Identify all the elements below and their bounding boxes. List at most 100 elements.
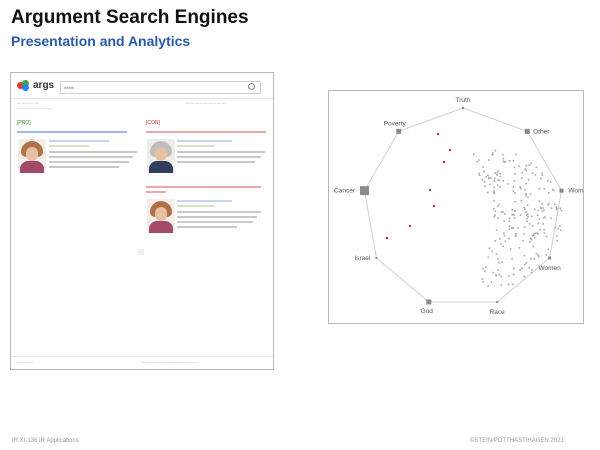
topic-anchor-cancer (360, 186, 370, 196)
con-snippet-line (177, 156, 261, 158)
document-point (531, 172, 534, 174)
document-point (541, 172, 543, 174)
document-point (521, 267, 523, 270)
document-point (493, 177, 496, 179)
document-point (514, 210, 516, 212)
document-point (502, 211, 504, 213)
search-icon[interactable] (248, 83, 255, 90)
document-point (537, 233, 539, 235)
document-point (550, 217, 552, 220)
con-snippet-line (177, 161, 255, 163)
document-point (519, 214, 522, 216)
args-logo: args (17, 80, 54, 91)
document-point (499, 175, 502, 178)
pro-result-title[interactable] (17, 131, 127, 133)
document-point (513, 267, 515, 270)
document-point (525, 164, 528, 167)
document-point (548, 192, 550, 194)
con-result-meta (177, 140, 232, 142)
document-point (484, 185, 486, 187)
document-point (521, 239, 524, 242)
document-point (490, 281, 493, 283)
document-point-highlighted (409, 225, 411, 227)
meta-line-2: — — — — — — — — (17, 106, 52, 110)
document-point (496, 172, 499, 174)
document-point (494, 214, 496, 217)
topic-label: Women (538, 265, 561, 272)
document-point (525, 194, 527, 197)
con-snippet-line (177, 211, 261, 213)
document-point (554, 226, 557, 229)
document-point (520, 187, 522, 190)
document-point (559, 225, 561, 227)
document-point (539, 228, 542, 231)
document-point (527, 178, 530, 181)
document-point (499, 172, 501, 175)
document-point (488, 159, 490, 161)
document-point (495, 229, 498, 231)
document-point (510, 227, 513, 229)
document-point (541, 210, 544, 213)
document-point (512, 283, 514, 286)
document-point (502, 153, 504, 156)
document-point (534, 232, 536, 235)
document-point (508, 225, 511, 227)
document-point (535, 252, 538, 255)
document-point (493, 180, 496, 182)
document-point (512, 160, 515, 162)
document-point (526, 204, 529, 206)
document-point (524, 168, 526, 170)
document-point (504, 240, 507, 243)
document-point (514, 192, 516, 194)
document-point (533, 208, 536, 211)
document-point (523, 206, 525, 209)
document-point (494, 172, 496, 174)
document-point (498, 238, 501, 240)
document-point (524, 208, 526, 210)
document-point (540, 177, 542, 180)
document-point (537, 222, 539, 225)
document-point (497, 217, 499, 219)
topic-label: Israel (354, 255, 370, 262)
document-point (514, 153, 517, 156)
topic-anchor-race (496, 300, 499, 303)
con-result-meta (177, 200, 232, 202)
document-point (503, 234, 506, 237)
document-point (518, 247, 521, 249)
document-point (555, 208, 558, 211)
document-point (508, 217, 511, 220)
placeholder-square (138, 249, 144, 255)
search-input[interactable]: death ... (60, 81, 261, 94)
con-result-title[interactable] (146, 131, 266, 133)
document-point (503, 220, 505, 222)
pro-author-photo (18, 139, 46, 173)
document-point (488, 177, 490, 180)
document-point (478, 172, 480, 175)
con-result-title[interactable] (146, 186, 261, 188)
document-point (501, 261, 503, 263)
document-point-highlighted (443, 161, 445, 163)
document-point (485, 266, 487, 268)
con-result-title-cont[interactable] (146, 191, 166, 193)
document-point (473, 153, 475, 155)
document-point (508, 275, 510, 277)
document-point (491, 153, 494, 156)
document-point (500, 243, 502, 245)
con-column-label: [CON] (146, 120, 160, 126)
document-point (531, 224, 534, 227)
document-point (492, 271, 494, 274)
document-point (530, 271, 533, 274)
document-point (503, 161, 506, 163)
document-point (482, 281, 484, 283)
document-point (547, 180, 549, 182)
footer-line: — — — — — — — — — — — — — (141, 360, 199, 364)
slide-subtitle: Presentation and Analytics (11, 33, 191, 49)
document-point (527, 196, 529, 199)
document-point (514, 200, 516, 203)
document-point (520, 199, 523, 202)
document-point (549, 181, 552, 183)
topic-label: Poverty (384, 120, 407, 127)
topic-anchor-other (524, 128, 530, 134)
document-point (526, 220, 528, 223)
document-point (525, 262, 528, 264)
